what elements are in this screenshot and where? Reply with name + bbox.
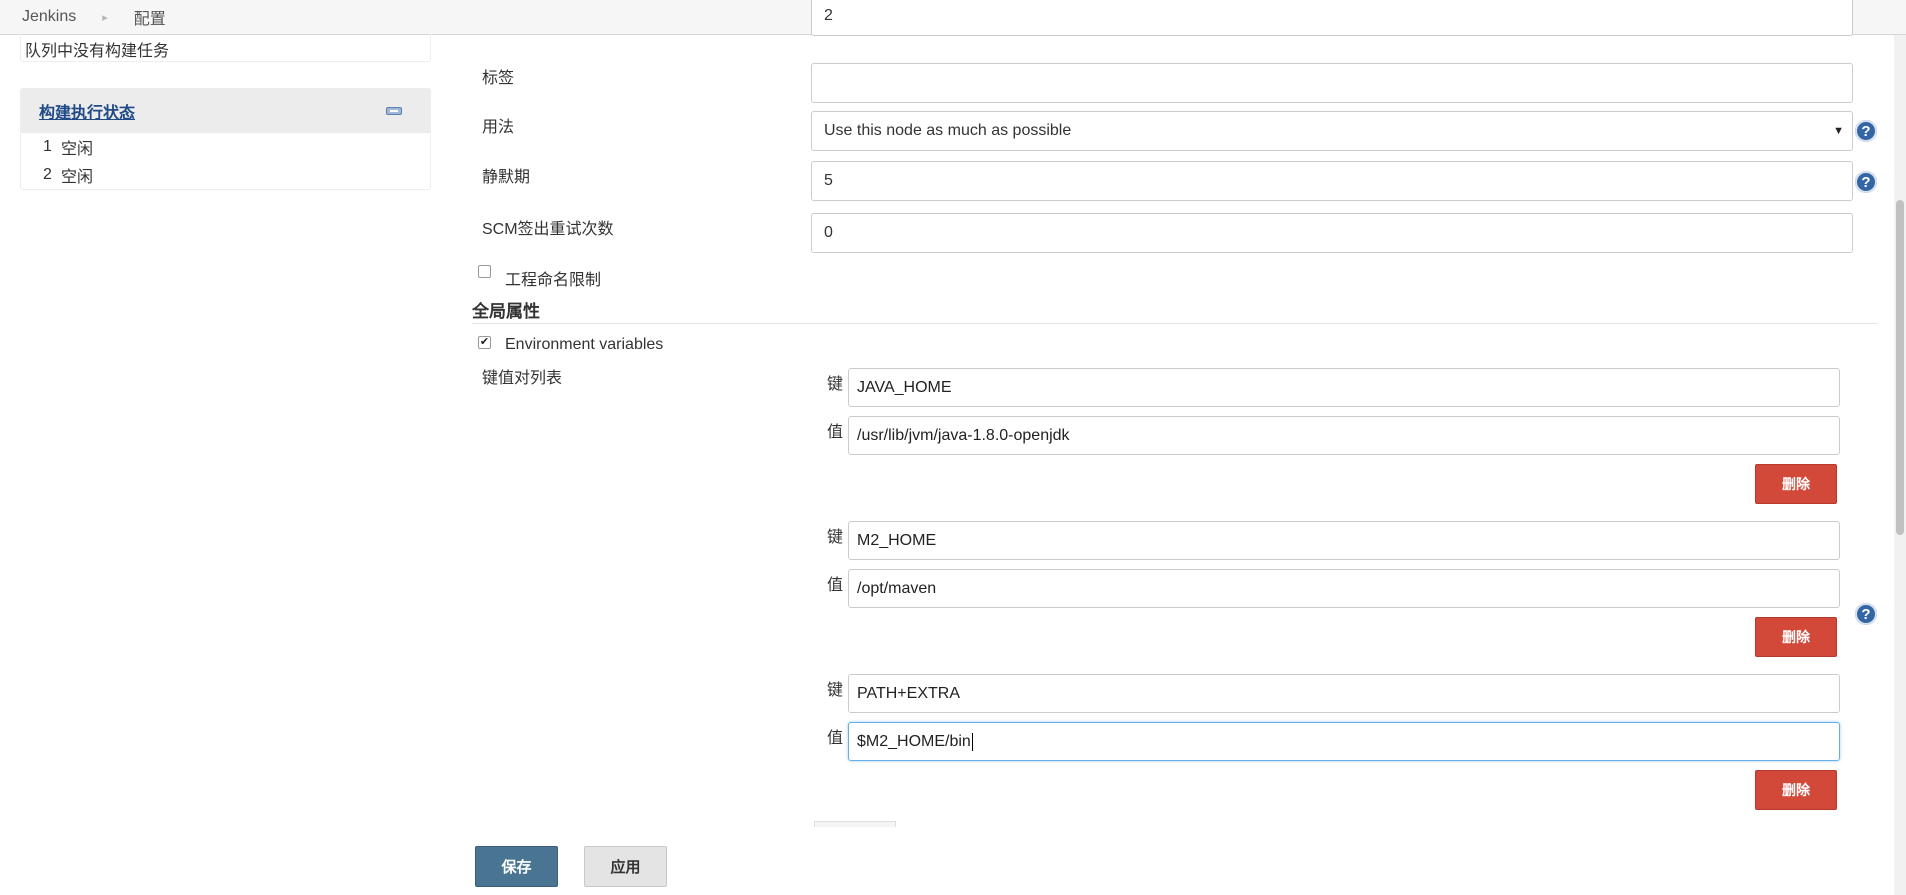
kv-list-label: 键值对列表 [482, 370, 563, 387]
delete-button[interactable]: 删除 [1755, 770, 1837, 810]
usage-select[interactable]: Use this node as much as possible ▼ [811, 111, 1853, 151]
key-label: 键 [827, 529, 844, 546]
env-key-input[interactable]: JAVA_HOME [848, 368, 1840, 407]
env-value-input[interactable]: /usr/lib/jvm/java-1.8.0-openjdk [848, 416, 1840, 455]
env-key-value: PATH+EXTRA [857, 684, 960, 702]
env-value-input[interactable]: /opt/maven [848, 569, 1840, 608]
executor-status: 空闲 [61, 141, 94, 158]
env-key-input[interactable]: PATH+EXTRA [848, 674, 1840, 713]
executor-status-header: 构建执行状态 [21, 89, 430, 133]
breadcrumb-home-link[interactable]: Jenkins [22, 8, 76, 26]
executor-status: 空闲 [61, 169, 94, 186]
value-label: 值 [827, 424, 844, 441]
executor-row: 1 空闲 [21, 133, 430, 161]
save-button[interactable]: 保存 [475, 846, 558, 887]
apply-button[interactable]: 应用 [584, 846, 667, 887]
build-queue-panel: 队列中没有构建任务 [20, 34, 431, 62]
collapse-icon[interactable] [386, 107, 402, 115]
key-label: 键 [827, 376, 844, 393]
env-vars-label: Environment variables [505, 336, 664, 353]
executors-count-field[interactable]: 2 [811, 0, 1853, 36]
env-value-value: $M2_HOME/bin [857, 732, 971, 750]
executors-count-value: 2 [824, 7, 833, 24]
env-value-value: /opt/maven [857, 579, 937, 597]
scm-retry-input[interactable]: 0 [811, 213, 1853, 253]
usage-selected-value: Use this node as much as possible [824, 122, 1072, 139]
executor-status-title-link[interactable]: 构建执行状态 [39, 99, 135, 123]
delete-button[interactable]: 删除 [1755, 617, 1837, 657]
env-key-input[interactable]: M2_HOME [848, 521, 1840, 560]
scm-retry-label: SCM签出重试次数 [482, 221, 614, 238]
help-icon[interactable]: ? [1855, 171, 1877, 193]
breadcrumb-chevron-icon: ▸ [102, 11, 108, 24]
value-label: 值 [827, 577, 844, 594]
scrollbar-thumb[interactable] [1896, 200, 1904, 535]
help-icon[interactable]: ? [1855, 120, 1877, 142]
labels-label: 标签 [482, 70, 515, 87]
breadcrumb-current[interactable]: 配置 [134, 5, 166, 29]
value-label: 值 [827, 730, 844, 747]
page-scrollbar[interactable] [1894, 35, 1906, 895]
scm-retry-value: 0 [824, 224, 833, 241]
executor-row: 2 空闲 [21, 161, 430, 189]
labels-input[interactable] [811, 63, 1853, 103]
env-value-input[interactable]: $M2_HOME/bin [848, 722, 1840, 761]
global-properties-title: 全局属性 [472, 302, 540, 321]
env-value-value: /usr/lib/jvm/java-1.8.0-openjdk [857, 426, 1070, 444]
executor-number: 2 [43, 166, 52, 183]
executor-status-panel: 构建执行状态 1 空闲 2 空闲 [20, 88, 431, 190]
queue-empty-text: 队列中没有构建任务 [25, 43, 170, 60]
quiet-period-value: 5 [824, 172, 833, 189]
restrict-naming-label: 工程命名限制 [505, 272, 602, 289]
env-key-value: M2_HOME [857, 531, 937, 549]
env-key-value: JAVA_HOME [857, 378, 952, 396]
help-icon[interactable]: ? [1855, 603, 1877, 625]
quiet-period-input[interactable]: 5 [811, 161, 1853, 201]
executor-number: 1 [43, 138, 52, 155]
key-label: 键 [827, 682, 844, 699]
section-divider [472, 323, 1878, 324]
env-vars-checkbox[interactable]: ✔ [478, 336, 491, 349]
quiet-period-label: 静默期 [482, 169, 531, 186]
add-button[interactable] [814, 821, 896, 827]
text-caret [971, 732, 973, 751]
restrict-naming-checkbox[interactable] [478, 265, 491, 278]
usage-label: 用法 [482, 119, 515, 136]
dropdown-arrow-icon: ▼ [1833, 125, 1844, 137]
delete-button[interactable]: 删除 [1755, 464, 1837, 504]
